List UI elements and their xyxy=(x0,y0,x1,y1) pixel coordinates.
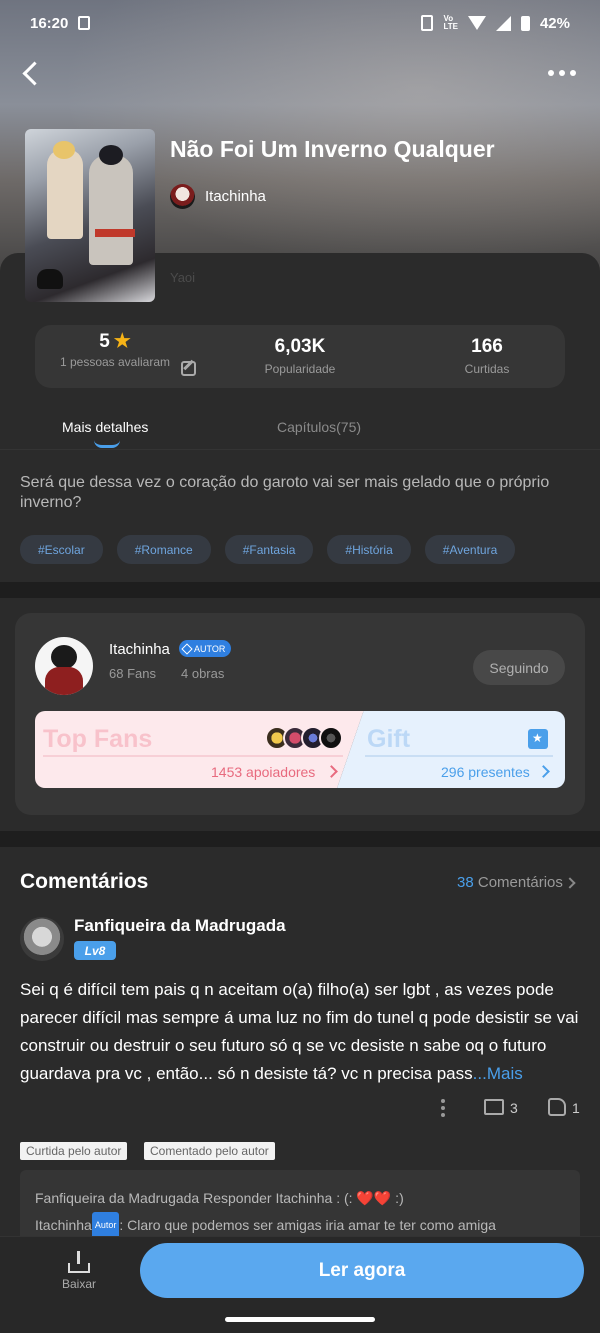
level-badge: Lv8 xyxy=(74,941,116,960)
comment-actions: 3 1 xyxy=(0,1096,600,1120)
kebab-menu-icon[interactable] xyxy=(441,1099,445,1117)
gift-underline xyxy=(365,755,553,757)
tag-chip[interactable]: #Fantasia xyxy=(224,535,314,564)
popularity-stat: 6,03K Popularidade xyxy=(235,325,365,388)
comments-count: 38 xyxy=(457,874,474,891)
battery-percent: 42% xyxy=(539,14,570,32)
top-fans-underline xyxy=(43,755,343,757)
autor-mini-badge: Autor xyxy=(91,1212,120,1239)
battery-icon xyxy=(520,15,530,31)
author-fans: 68 Fans xyxy=(109,666,156,681)
star-icon: ★ xyxy=(113,331,131,352)
author-card: Itachinha AUTOR 68 Fans 4 obras Seguindo… xyxy=(15,613,585,815)
likes-stat: 166 Curtidas xyxy=(427,325,547,388)
author-works: 4 obras xyxy=(181,666,225,681)
top-nav xyxy=(0,55,600,91)
reply-item: Itachinha Autor: Claro que podemos ser am… xyxy=(35,1212,565,1239)
like-count: 1 xyxy=(572,1100,580,1116)
rating-label: 1 pessoas avaliaram xyxy=(59,355,171,369)
wifi-icon xyxy=(467,16,486,30)
diamond-icon xyxy=(181,642,193,655)
liked-by-author-tag: Curtida pelo autor xyxy=(20,1142,128,1160)
vibrate-icon xyxy=(421,15,434,31)
gift-icon xyxy=(528,729,548,749)
author-card-avatar[interactable] xyxy=(35,637,93,695)
comments-count-label: Comentários xyxy=(477,874,563,891)
presents-link[interactable]: 296 presentes xyxy=(441,764,530,780)
rating-value: 5 xyxy=(99,330,110,352)
section-divider xyxy=(0,582,600,598)
volte-icon: Vo LTE xyxy=(443,14,458,31)
tag-chip[interactable]: #Escolar xyxy=(20,535,103,564)
popularity-label: Popularidade xyxy=(264,362,336,376)
home-indicator xyxy=(225,1317,375,1322)
book-title: Não Foi Um Inverno Qualquer xyxy=(170,136,495,162)
autor-badge: AUTOR xyxy=(179,640,232,657)
status-bar: 16:20 Vo LTE 42% xyxy=(0,0,600,46)
fans-gift-panel: Top Fans 1453 apoiadores Gift 296 presen… xyxy=(35,711,565,788)
read-now-button[interactable]: Ler agora xyxy=(140,1243,584,1298)
signal-icon xyxy=(495,15,511,31)
edit-icon[interactable] xyxy=(181,361,196,376)
bottom-action-bar: Baixar Ler agora xyxy=(0,1236,600,1333)
top-fans-title: Top Fans xyxy=(43,725,153,753)
comments-count-link[interactable]: 38 Comentários xyxy=(457,874,563,891)
comments-heading: Comentários xyxy=(20,870,149,893)
commenter-avatar[interactable] xyxy=(20,917,64,961)
gift-title: Gift xyxy=(367,725,411,753)
book-cover xyxy=(25,129,155,302)
rating-stat: 5 ★ 1 pessoas avaliaram xyxy=(55,325,196,388)
section-divider xyxy=(0,831,600,847)
reply-count: 3 xyxy=(510,1100,518,1116)
more-options-icon[interactable] xyxy=(548,65,578,81)
synopsis: Será que dessa vez o coração do garoto v… xyxy=(20,474,550,511)
likes-label: Curtidas xyxy=(464,362,510,376)
tag-chip[interactable]: #Romance xyxy=(116,535,211,564)
download-icon[interactable] xyxy=(68,1251,90,1273)
commented-by-author-tag: Comentado pelo autor xyxy=(144,1142,275,1160)
hearts-emoji: ❤️❤️ xyxy=(356,1190,392,1206)
author-name: Itachinha xyxy=(205,188,266,205)
tab-bar: Mais detalhes Capítulos(75) xyxy=(0,408,600,450)
tab-chapters[interactable]: Capítulos(75) xyxy=(277,419,361,435)
book-genre: Yaoi xyxy=(170,270,196,285)
fan-avatar xyxy=(319,726,343,750)
thumbs-up-icon[interactable] xyxy=(548,1098,566,1116)
supporters-link[interactable]: 1453 apoiadores xyxy=(211,764,315,780)
fan-avatars xyxy=(265,726,343,750)
reply-icon[interactable] xyxy=(484,1099,504,1115)
stats-panel: 5 ★ 1 pessoas avaliaram 6,03K Popularidad… xyxy=(35,325,565,388)
download-label[interactable]: Baixar xyxy=(62,1277,96,1291)
tab-indicator xyxy=(94,440,120,448)
tag-chip[interactable]: #História xyxy=(327,535,411,564)
likes-value: 166 xyxy=(471,336,503,357)
clipboard-icon xyxy=(78,16,91,30)
follow-button[interactable]: Seguindo xyxy=(473,650,565,685)
tag-chip[interactable]: #Aventura xyxy=(424,535,516,564)
back-arrow-icon[interactable] xyxy=(18,59,46,87)
tag-list: #Escolar #Romance #Fantasia #História #A… xyxy=(20,535,516,564)
author-avatar xyxy=(170,184,195,209)
tab-details[interactable]: Mais detalhes xyxy=(62,419,148,435)
status-time: 16:20 xyxy=(30,14,69,32)
popularity-value: 6,03K xyxy=(274,336,326,357)
reply-item: Fanfiqueira da Madrugada Responder Itach… xyxy=(35,1190,404,1206)
book-author[interactable]: Itachinha xyxy=(170,184,266,209)
comment-text: Sei q é difícil tem pais q n aceitam o(a… xyxy=(20,980,579,1083)
commenter-name[interactable]: Fanfiqueira da Madrugada xyxy=(74,916,286,936)
read-more-link[interactable]: ...Mais xyxy=(473,1064,523,1083)
author-card-name[interactable]: Itachinha xyxy=(109,641,170,658)
